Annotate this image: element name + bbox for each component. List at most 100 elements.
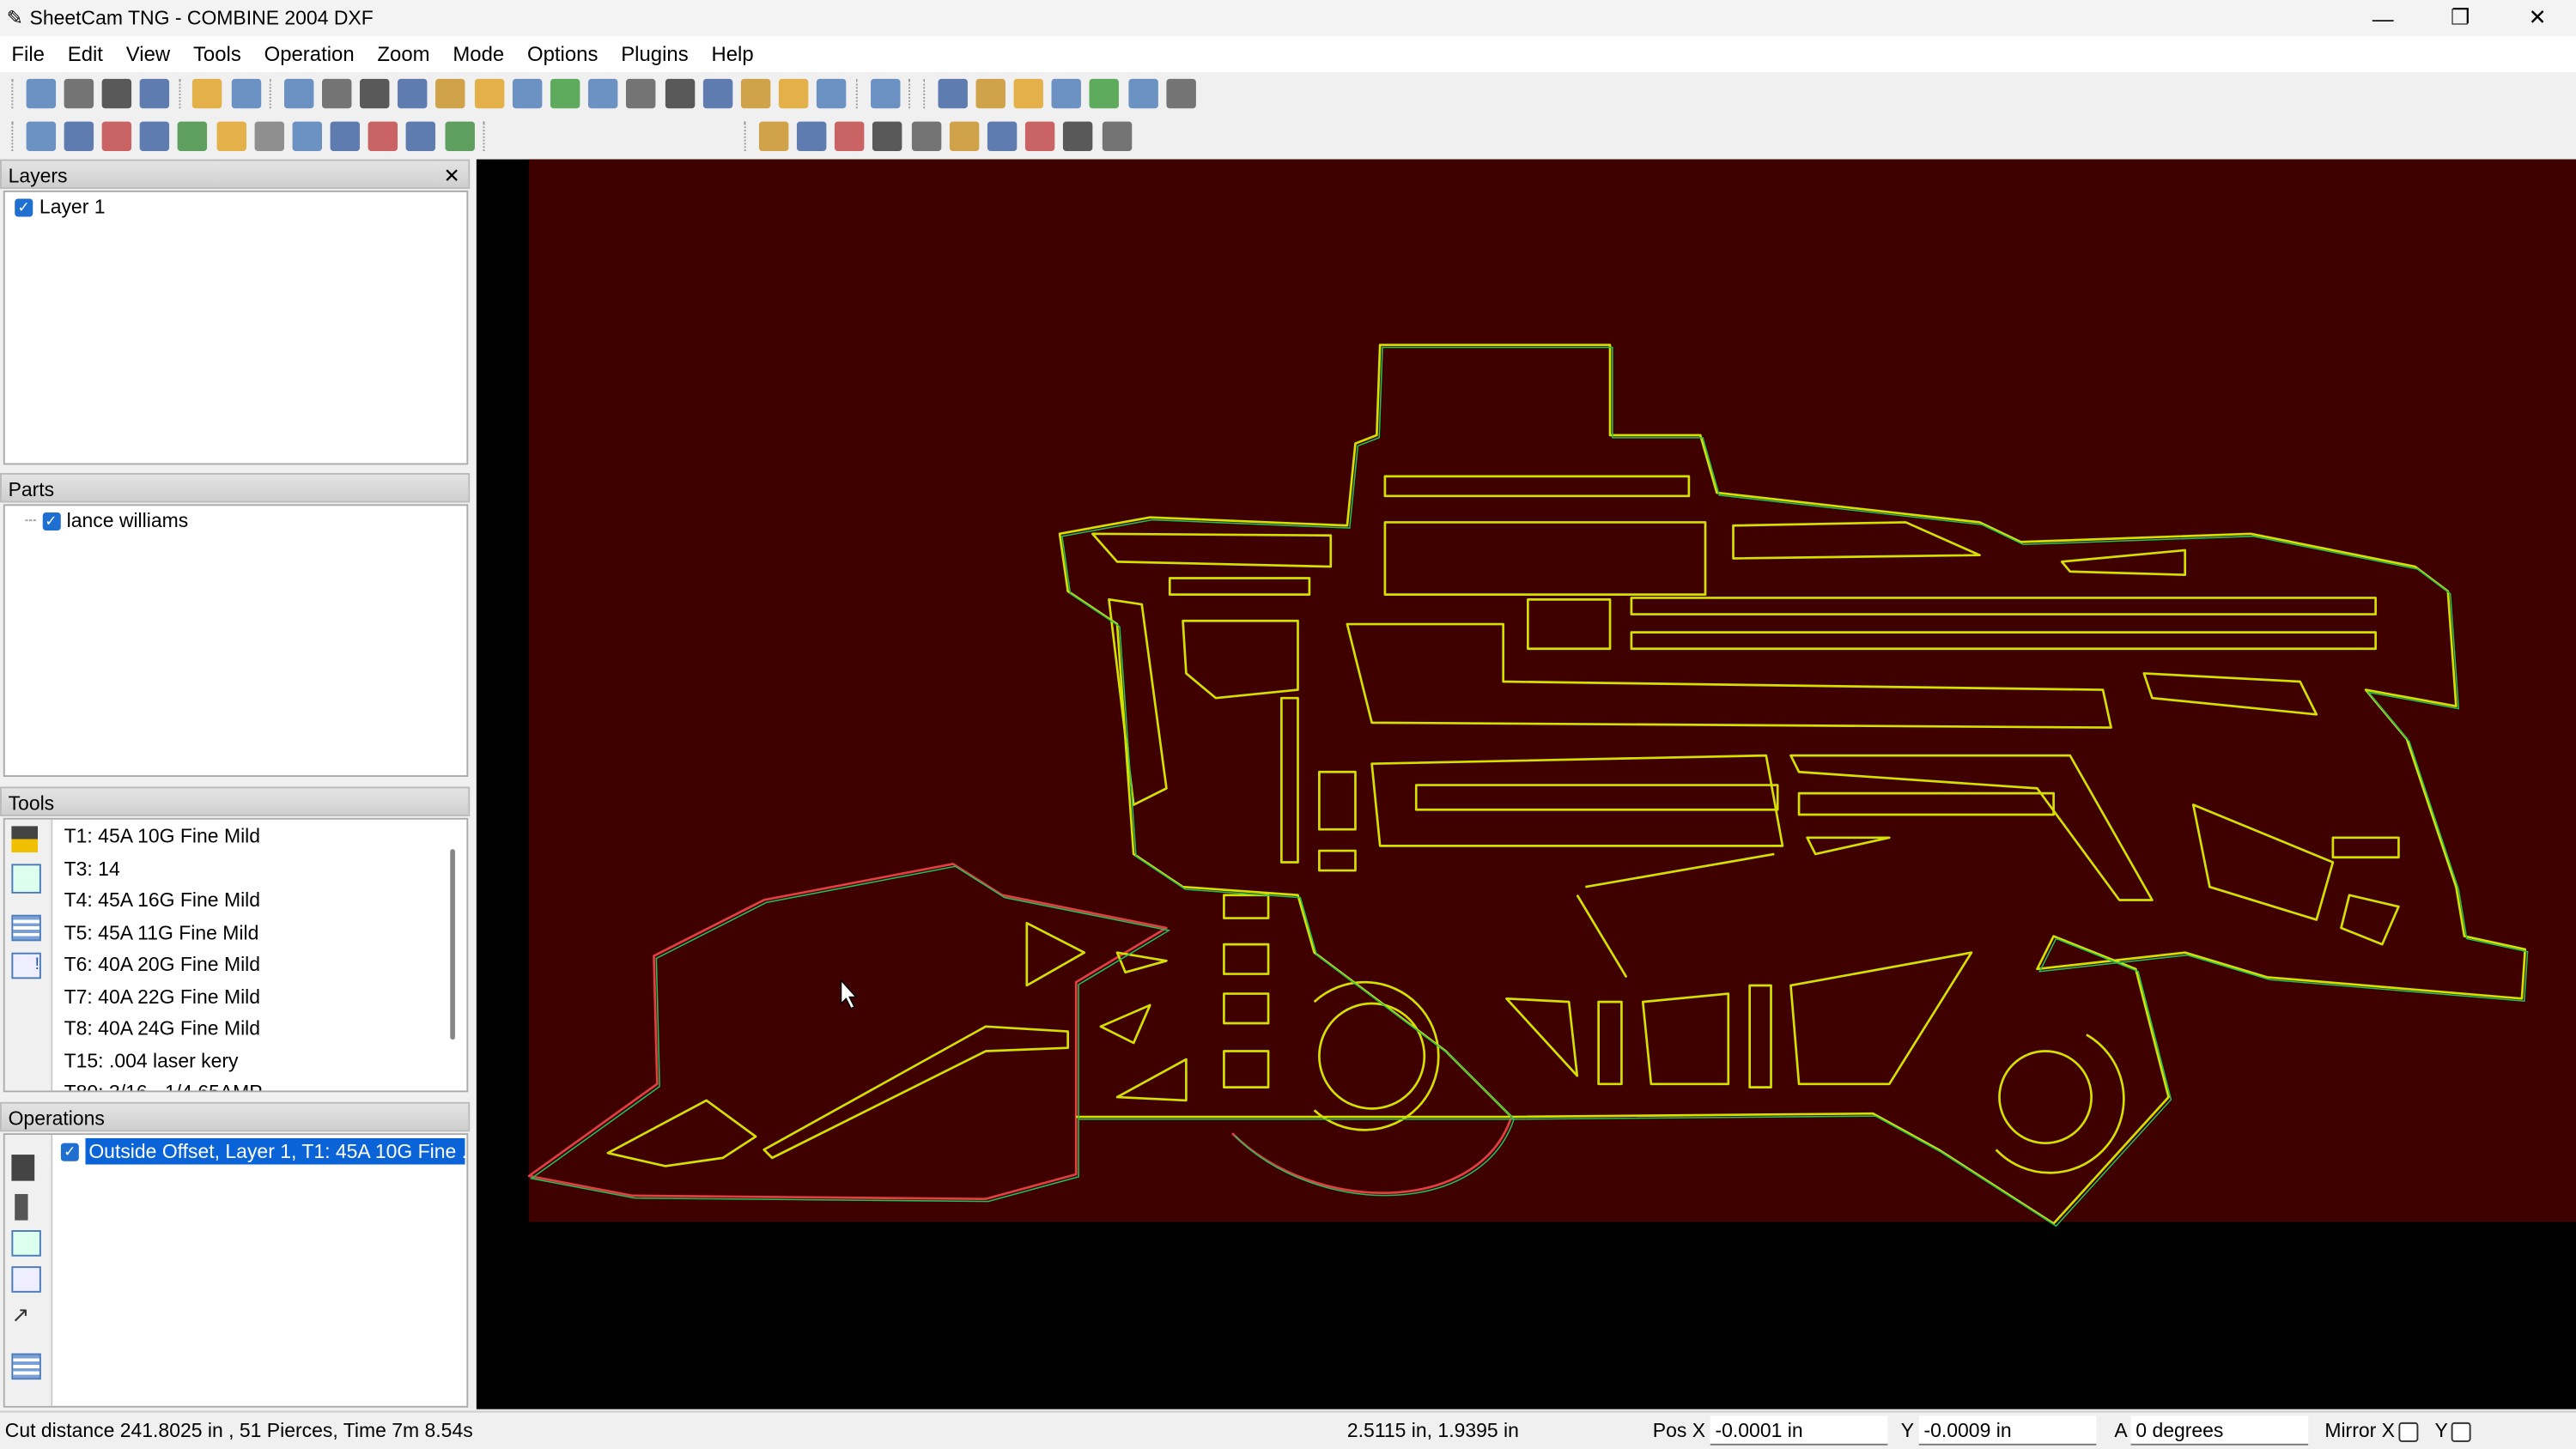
menu-zoom[interactable]: Zoom bbox=[366, 43, 441, 66]
rotate-part-icon[interactable] bbox=[588, 77, 618, 108]
menu-operation[interactable]: Operation bbox=[252, 43, 366, 66]
list-alert-icon[interactable]: ! bbox=[11, 952, 41, 979]
menu-options[interactable]: Options bbox=[516, 43, 610, 66]
import-icon[interactable] bbox=[283, 77, 313, 108]
checkbox-icon[interactable]: ✓ bbox=[41, 512, 60, 531]
arrow-icon[interactable]: ↗ bbox=[11, 1302, 38, 1327]
menu-plugins[interactable]: Plugins bbox=[610, 43, 700, 66]
zoom-window-icon[interactable] bbox=[1013, 77, 1044, 108]
edit-path-icon[interactable] bbox=[178, 120, 208, 151]
spline-icon[interactable] bbox=[216, 120, 246, 151]
copy-part-icon[interactable] bbox=[550, 77, 580, 108]
menu-tools[interactable]: Tools bbox=[182, 43, 253, 66]
tool-item[interactable]: T1: 45A 10G Fine Mild bbox=[54, 822, 440, 853]
close-icon[interactable]: ✕ bbox=[443, 161, 459, 191]
gcode-icon[interactable] bbox=[11, 864, 41, 894]
select-delete-icon[interactable] bbox=[911, 120, 941, 151]
lightning-icon[interactable] bbox=[1063, 120, 1094, 151]
tool-item[interactable]: T8: 40A 24G Fine Mild bbox=[54, 1014, 440, 1046]
zoom-part-icon[interactable] bbox=[1166, 77, 1196, 108]
move-part-icon[interactable] bbox=[512, 77, 543, 108]
operation-list-icon[interactable] bbox=[11, 1266, 41, 1293]
operation-label: Outside Offset, Layer 1, T1: 45A 10G Fin… bbox=[85, 1137, 465, 1165]
maximize-button[interactable]: ❐ bbox=[2421, 0, 2499, 36]
parts-title: Parts bbox=[8, 477, 55, 501]
crop-icon[interactable] bbox=[987, 120, 1018, 151]
checkbox-icon[interactable]: ✓ bbox=[60, 1143, 79, 1162]
mirror-part-icon[interactable] bbox=[626, 77, 657, 108]
nest-icon[interactable] bbox=[665, 77, 695, 108]
nest-3-icon[interactable] bbox=[740, 77, 771, 108]
tool-item[interactable]: T4: 45A 16G Fine Mild bbox=[54, 885, 440, 917]
print-preview-icon[interactable] bbox=[101, 77, 132, 108]
sheet-icon[interactable] bbox=[779, 77, 809, 108]
tabs-icon[interactable] bbox=[444, 120, 475, 151]
zoom-prev-icon[interactable] bbox=[1127, 77, 1158, 108]
select-start-icon[interactable] bbox=[797, 120, 827, 151]
tool-item[interactable]: T15: .004 laser kery bbox=[54, 1046, 440, 1077]
select-shape-icon[interactable] bbox=[139, 120, 170, 151]
open-file-icon[interactable] bbox=[64, 77, 94, 108]
zoom-all-icon[interactable] bbox=[1052, 77, 1082, 108]
menu-help[interactable]: Help bbox=[700, 43, 765, 66]
menu-edit[interactable]: Edit bbox=[56, 43, 114, 66]
nest-2-icon[interactable] bbox=[702, 77, 732, 108]
layers-icon[interactable] bbox=[64, 120, 94, 151]
export-icon[interactable] bbox=[230, 77, 261, 108]
table-icon[interactable] bbox=[11, 1353, 41, 1380]
menu-mode[interactable]: Mode bbox=[441, 43, 516, 66]
pos-x-input[interactable]: -0.0001 in bbox=[1710, 1416, 1888, 1446]
fit-sheet-icon[interactable] bbox=[1025, 120, 1055, 151]
move-origin-icon[interactable] bbox=[949, 120, 979, 151]
drawing-canvas[interactable] bbox=[476, 159, 2576, 1410]
add-part-2-icon[interactable] bbox=[360, 77, 390, 108]
offset-icon[interactable] bbox=[254, 120, 284, 151]
drill-icon[interactable] bbox=[15, 1193, 28, 1221]
plasma-tool-icon[interactable] bbox=[11, 826, 39, 853]
tools-scrollbar[interactable] bbox=[450, 849, 455, 1040]
table-icon[interactable] bbox=[11, 914, 41, 942]
tool-item[interactable]: T6: 40A 20G Fine Mild bbox=[54, 949, 440, 981]
mirror-y-checkbox[interactable] bbox=[2451, 1422, 2471, 1442]
add-part-3-icon[interactable] bbox=[398, 77, 428, 108]
add-part-icon[interactable] bbox=[321, 77, 352, 108]
sheet-settings-icon[interactable] bbox=[101, 120, 132, 151]
select-rotate-icon[interactable] bbox=[835, 120, 865, 151]
close-button[interactable]: ✕ bbox=[2499, 0, 2576, 36]
plus-part-icon[interactable] bbox=[474, 77, 504, 108]
start-point-icon[interactable] bbox=[406, 120, 436, 151]
operation-item[interactable]: ✓ Outside Offset, Layer 1, T1: 45A 10G Fi… bbox=[60, 1137, 465, 1167]
tool-item[interactable]: T3: 14 bbox=[54, 853, 440, 885]
pos-y-input[interactable]: -0.0009 in bbox=[1918, 1416, 2097, 1446]
tool-item[interactable]: T5: 45A 11G Fine Mild bbox=[54, 918, 440, 949]
zoom-fit-icon[interactable] bbox=[1090, 77, 1120, 108]
tools-panel-header: Tools bbox=[0, 786, 471, 816]
line-icon[interactable] bbox=[292, 120, 322, 151]
new-file-icon[interactable] bbox=[25, 77, 56, 108]
post-process-icon[interactable] bbox=[192, 77, 222, 108]
menu-view[interactable]: View bbox=[114, 43, 181, 66]
tool-item[interactable]: T7: 40A 22G Fine Mild bbox=[54, 981, 440, 1013]
angle-input[interactable]: 0 degrees bbox=[2130, 1416, 2309, 1446]
part-item[interactable]: ┄ ✓ lance williams bbox=[5, 506, 467, 537]
layer-item[interactable]: ✓ Layer 1 bbox=[5, 192, 467, 224]
print-icon[interactable] bbox=[139, 77, 170, 108]
zoom-in-icon[interactable] bbox=[937, 77, 968, 108]
checkbox-icon[interactable]: ✓ bbox=[15, 199, 33, 218]
drawing-options-icon[interactable] bbox=[25, 120, 56, 151]
minimize-button[interactable]: — bbox=[2344, 0, 2421, 36]
undo-icon[interactable] bbox=[870, 77, 900, 108]
measure-icon[interactable] bbox=[368, 120, 398, 151]
zoom-out-icon[interactable] bbox=[975, 77, 1005, 108]
menu-file[interactable]: File bbox=[0, 43, 56, 66]
text-icon[interactable] bbox=[1101, 120, 1132, 151]
mirror-x-checkbox[interactable] bbox=[2398, 1422, 2419, 1442]
part-list-icon[interactable] bbox=[435, 77, 466, 108]
select-icon[interactable] bbox=[758, 120, 789, 151]
gcode-icon[interactable] bbox=[11, 1230, 41, 1257]
select-move-icon[interactable] bbox=[872, 120, 903, 151]
add-operation-icon[interactable] bbox=[11, 1155, 35, 1181]
tool-item[interactable]: T80: 3/16 - 1/4 65AMP bbox=[54, 1077, 440, 1090]
delete-icon[interactable] bbox=[817, 77, 848, 108]
dimension-icon[interactable] bbox=[330, 120, 361, 151]
